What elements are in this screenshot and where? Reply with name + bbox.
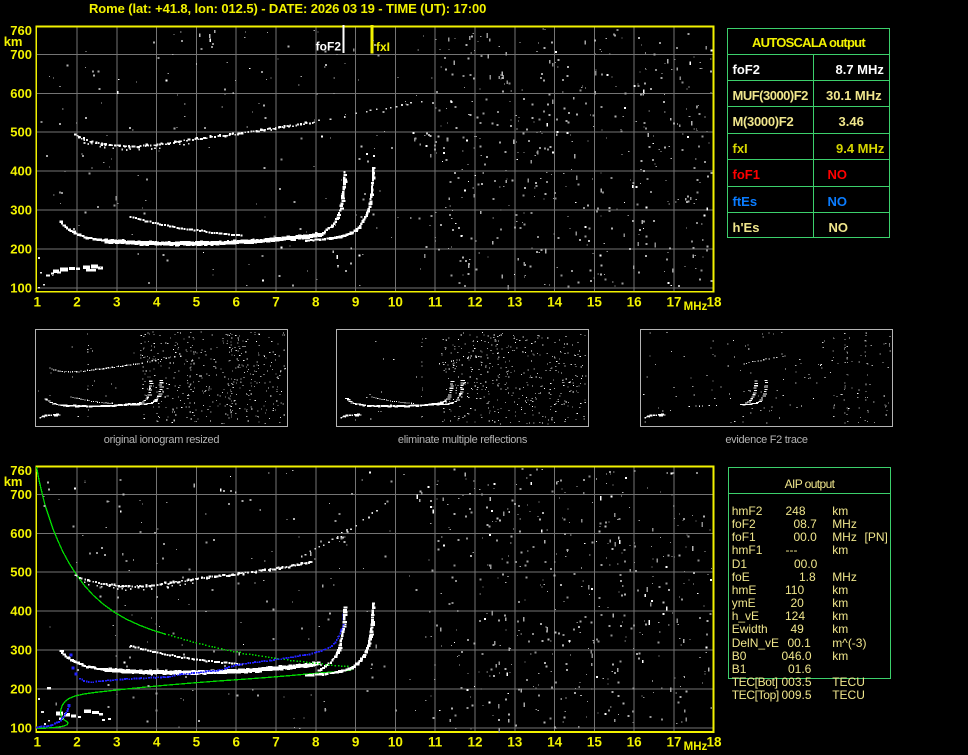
- svg-text:5: 5: [193, 295, 201, 310]
- svg-text:600: 600: [10, 86, 32, 101]
- svg-text:10: 10: [388, 735, 403, 750]
- svg-text:14: 14: [547, 295, 563, 310]
- svg-text:100: 100: [10, 720, 32, 735]
- svg-text:100: 100: [10, 280, 32, 295]
- svg-text:8: 8: [312, 295, 320, 310]
- svg-text:300: 300: [10, 643, 32, 658]
- svg-text:400: 400: [10, 604, 32, 619]
- svg-text:MHz: MHz: [684, 301, 708, 313]
- svg-text:18: 18: [706, 735, 722, 750]
- svg-text:7: 7: [272, 735, 280, 750]
- svg-text:500: 500: [10, 125, 32, 140]
- svg-text:10: 10: [388, 295, 403, 310]
- svg-text:1: 1: [33, 295, 41, 310]
- svg-text:15: 15: [587, 295, 603, 310]
- svg-text:6: 6: [232, 295, 240, 310]
- svg-text:5: 5: [193, 735, 201, 750]
- svg-text:MHz: MHz: [684, 741, 708, 753]
- svg-text:18: 18: [706, 295, 722, 310]
- svg-text:15: 15: [587, 735, 603, 750]
- svg-text:400: 400: [10, 164, 32, 179]
- svg-text:8: 8: [312, 735, 320, 750]
- svg-text:9: 9: [352, 735, 360, 750]
- svg-text:17: 17: [666, 295, 681, 310]
- svg-text:17: 17: [666, 735, 681, 750]
- svg-text:16: 16: [627, 295, 643, 310]
- svg-text:300: 300: [10, 203, 32, 218]
- svg-text:fxI: fxI: [376, 40, 390, 54]
- svg-text:3: 3: [113, 735, 121, 750]
- svg-text:13: 13: [507, 295, 523, 310]
- svg-text:200: 200: [10, 681, 32, 696]
- svg-text:700: 700: [10, 487, 32, 502]
- svg-text:500: 500: [10, 565, 32, 580]
- svg-text:200: 200: [10, 241, 32, 256]
- svg-text:12: 12: [467, 735, 482, 750]
- svg-text:13: 13: [507, 735, 523, 750]
- svg-text:1: 1: [33, 735, 41, 750]
- svg-text:2: 2: [73, 295, 81, 310]
- svg-text:foF2: foF2: [316, 40, 342, 54]
- svg-text:16: 16: [627, 735, 643, 750]
- svg-text:9: 9: [352, 295, 360, 310]
- svg-text:12: 12: [467, 295, 482, 310]
- svg-text:600: 600: [10, 526, 32, 541]
- svg-text:6: 6: [232, 735, 240, 750]
- svg-text:7: 7: [272, 295, 280, 310]
- svg-text:700: 700: [10, 47, 32, 62]
- svg-text:4: 4: [153, 735, 161, 750]
- svg-text:3: 3: [113, 295, 121, 310]
- svg-text:4: 4: [153, 295, 161, 310]
- svg-text:14: 14: [547, 735, 563, 750]
- svg-text:11: 11: [428, 295, 443, 310]
- svg-text:2: 2: [73, 735, 81, 750]
- svg-text:11: 11: [428, 735, 443, 750]
